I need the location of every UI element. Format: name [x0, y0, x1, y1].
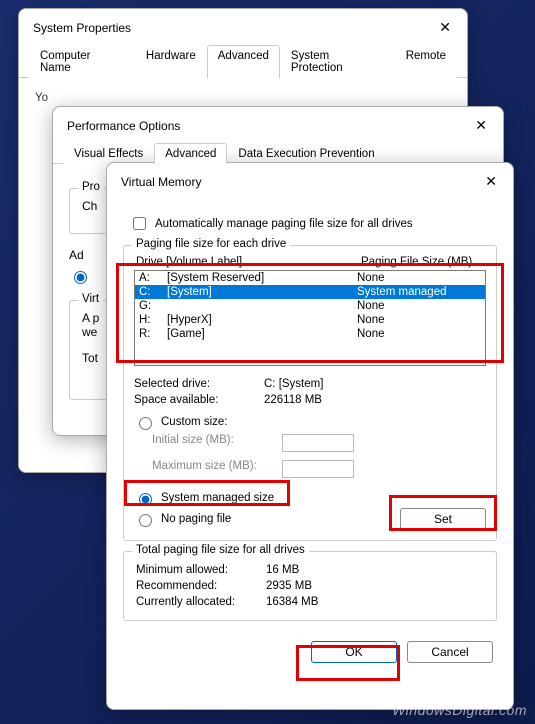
drive-list-header: Drive [Volume Label] Paging File Size (M…: [134, 256, 486, 270]
drive-row[interactable]: H:[HyperX]None: [135, 313, 485, 327]
perf-tabs: Visual Effects Advanced Data Execution P…: [53, 142, 503, 164]
close-icon[interactable]: ✕: [479, 171, 503, 192]
cancel-button[interactable]: Cancel: [407, 641, 493, 663]
tab-system-protection[interactable]: System Protection: [280, 45, 395, 78]
group-text: Ch: [82, 199, 97, 213]
tab-advanced[interactable]: Advanced: [207, 45, 280, 78]
space-available-value: 226118 MB: [264, 394, 322, 406]
dialog-buttons: OK Cancel: [123, 631, 497, 667]
auto-manage-checkbox[interactable]: [133, 217, 146, 230]
group-legend: Virt: [78, 293, 103, 305]
group-legend: Total paging file size for all drives: [132, 544, 309, 556]
totals-group: Total paging file size for all drives Mi…: [123, 551, 497, 621]
tab-computer-name[interactable]: Computer Name: [29, 45, 135, 78]
system-managed-radio[interactable]: [139, 493, 152, 506]
custom-size-label: Custom size:: [161, 416, 227, 428]
selected-drive-row: Selected drive: C: [System]: [134, 376, 486, 392]
watermark: WindowsDigital.com: [392, 702, 527, 718]
header-size: Paging File Size (MB): [361, 256, 472, 268]
vm-titlebar: Virtual Memory ✕: [107, 163, 513, 198]
drive-row[interactable]: G:None: [135, 299, 485, 313]
space-available-row: Space available: 226118 MB: [134, 392, 486, 408]
no-paging-label: No paging file: [161, 513, 231, 525]
perf-titlebar: Performance Options ✕: [53, 107, 503, 142]
min-allowed-value: 16 MB: [266, 564, 299, 576]
close-icon[interactable]: ✕: [469, 115, 493, 136]
recommended-value: 2935 MB: [266, 580, 312, 592]
max-size-input[interactable]: [282, 460, 354, 478]
custom-size-row: Custom size:: [134, 412, 486, 432]
max-size-row: Maximum size (MB):: [134, 458, 486, 480]
drive-list[interactable]: A:[System Reserved]NoneC:[System]System …: [134, 270, 486, 366]
perf-title: Performance Options: [67, 119, 180, 133]
vm-title: Virtual Memory: [121, 175, 201, 189]
header-drive: Drive [Volume Label]: [136, 256, 361, 268]
auto-manage-row: Automatically manage paging file size fo…: [129, 212, 497, 235]
system-managed-label: System managed size: [161, 492, 274, 504]
drive-row[interactable]: R:[Game]None: [135, 327, 485, 341]
tab-remote[interactable]: Remote: [395, 45, 457, 78]
no-paging-row: No paging file: [134, 509, 231, 529]
selected-drive-value: C: [System]: [264, 378, 323, 390]
initial-size-input[interactable]: [282, 434, 354, 452]
drive-row[interactable]: C:[System]System managed: [135, 285, 485, 299]
group-legend: Paging file size for each drive: [132, 238, 290, 250]
tab-hardware[interactable]: Hardware: [135, 45, 207, 78]
sys-tabs: Computer Name Hardware Advanced System P…: [19, 44, 467, 78]
programs-radio[interactable]: [74, 271, 87, 284]
custom-size-radio[interactable]: [139, 417, 152, 430]
virtual-memory-dialog: Virtual Memory ✕ Automatically manage pa…: [106, 162, 514, 710]
initial-size-row: Initial size (MB):: [134, 432, 486, 454]
tab-advanced[interactable]: Advanced: [154, 143, 227, 164]
auto-manage-label: Automatically manage paging file size fo…: [155, 218, 413, 230]
close-icon[interactable]: ✕: [433, 17, 457, 38]
sys-titlebar: System Properties ✕: [19, 9, 467, 44]
tab-visual-effects[interactable]: Visual Effects: [63, 143, 154, 164]
drive-row[interactable]: A:[System Reserved]None: [135, 271, 485, 285]
no-paging-radio[interactable]: [139, 514, 152, 527]
ok-button[interactable]: OK: [311, 641, 397, 663]
paging-file-group: Paging file size for each drive Drive [V…: [123, 245, 497, 541]
group-legend: Pro: [78, 181, 104, 193]
sys-body-text: Yo: [35, 92, 48, 104]
sys-title: System Properties: [33, 21, 131, 35]
set-button[interactable]: Set: [400, 508, 486, 530]
tab-dep[interactable]: Data Execution Prevention: [227, 143, 385, 164]
system-managed-row: System managed size: [134, 488, 486, 508]
currently-allocated-value: 16384 MB: [266, 596, 318, 608]
